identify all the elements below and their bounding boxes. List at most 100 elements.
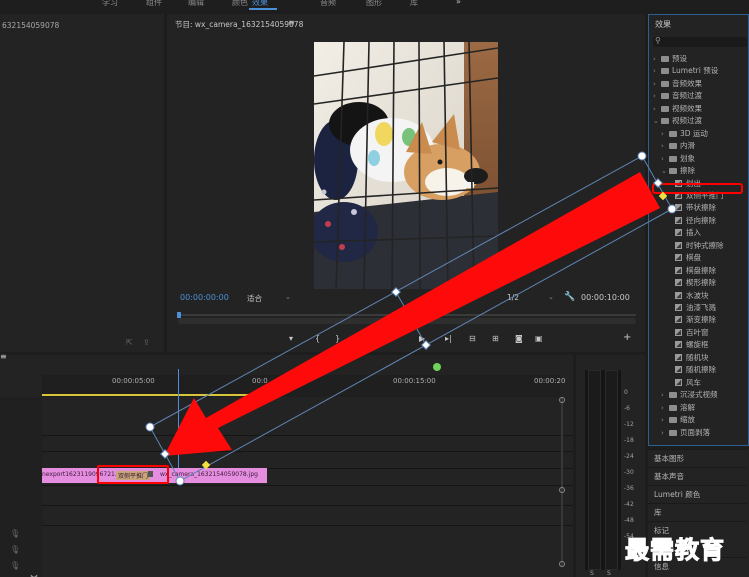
effects-item[interactable]: ⌄ 擦除: [661, 165, 695, 177]
effects-item[interactable]: 时钟式擦除: [669, 240, 724, 252]
extract-icon[interactable]: ⊞: [492, 334, 499, 343]
menu-color[interactable]: 颜色: [232, 0, 248, 8]
effects-item[interactable]: 随机块: [669, 352, 709, 364]
solo-button[interactable]: S: [590, 570, 594, 577]
mark-in-icon[interactable]: {: [315, 334, 320, 343]
effects-item[interactable]: › 预设: [653, 53, 687, 65]
effects-item[interactable]: 水波块: [669, 290, 709, 302]
menu-library[interactable]: 库: [410, 0, 418, 8]
chevron-right-icon[interactable]: ›: [661, 142, 669, 150]
add-marker-icon[interactable]: ▾: [289, 334, 293, 343]
timeline-playhead[interactable]: [178, 369, 179, 479]
meter-tick: 0: [624, 389, 628, 396]
timeline-scrollbar[interactable]: [558, 393, 566, 573]
effects-item[interactable]: 棋盘: [669, 252, 701, 264]
effects-item[interactable]: › 溶解: [661, 402, 695, 414]
effects-item-label: Lumetri 预设: [672, 66, 719, 76]
effects-item[interactable]: 风车: [669, 377, 701, 389]
export-icon[interactable]: ⇪: [143, 338, 150, 347]
playhead-position-icon[interactable]: ⋈: [30, 573, 38, 577]
effects-item[interactable]: 百叶窗: [669, 327, 709, 339]
mark-out-icon[interactable]: }: [335, 334, 340, 343]
effects-item[interactable]: › 缩放: [661, 414, 695, 426]
menu-graphics[interactable]: 图形: [366, 0, 382, 8]
effects-item[interactable]: 带状擦除: [669, 202, 716, 214]
menu-overflow-icon[interactable]: »: [456, 0, 461, 6]
panel-menu-icon[interactable]: ≡: [288, 18, 295, 27]
microphone-icon[interactable]: 🎙: [10, 561, 20, 570]
microphone-icon[interactable]: 🎙: [10, 529, 20, 538]
effects-item[interactable]: › 3D 运动: [661, 128, 708, 140]
watermark-logo: 最需教育: [625, 535, 725, 565]
chevron-down-icon[interactable]: ⌄: [653, 117, 661, 125]
effects-item[interactable]: › 划象: [661, 153, 695, 165]
effects-item[interactable]: 油漆飞溅: [669, 302, 716, 314]
folder-icon: [669, 168, 677, 175]
chevron-right-icon[interactable]: ›: [661, 429, 669, 437]
folder-icon: [661, 80, 669, 87]
solo-button[interactable]: S: [607, 570, 611, 577]
chevron-right-icon[interactable]: ›: [653, 80, 661, 88]
effects-item[interactable]: › Lumetri 预设: [653, 65, 718, 77]
effects-item-label: 带状擦除: [686, 203, 716, 213]
chevron-right-icon[interactable]: ›: [653, 92, 661, 100]
panel-essential-graphics[interactable]: 基本图形: [648, 449, 747, 466]
effects-item[interactable]: › 音频效果: [653, 78, 702, 90]
program-video-frame[interactable]: [314, 42, 498, 289]
effects-item[interactable]: 螺旋框: [669, 339, 709, 351]
lift-icon[interactable]: ⊟: [469, 334, 476, 343]
effects-item[interactable]: 棋盘擦除: [669, 265, 716, 277]
chevron-right-icon[interactable]: ›: [661, 155, 669, 163]
menu-effects[interactable]: 效果: [252, 0, 268, 8]
effects-item[interactable]: ⌄ 视频过渡: [653, 115, 702, 127]
effects-item[interactable]: › 音频过渡: [653, 90, 702, 102]
step-forward-icon[interactable]: ▸|: [445, 334, 452, 343]
panel-lumetri-color[interactable]: Lumetri 颜色: [648, 485, 747, 502]
effects-item[interactable]: › 视频效果: [653, 103, 702, 115]
export-frame-icon[interactable]: ⇱: [126, 338, 133, 347]
time-ruler[interactable]: 00:00:05:00 00:0 00:00:15:00 00:00:20: [42, 375, 565, 397]
resolution-dropdown[interactable]: 1/2: [507, 293, 519, 302]
effects-item-label: 沉浸式视频: [680, 390, 718, 400]
menu-learn[interactable]: 学习: [102, 0, 118, 8]
chevron-right-icon[interactable]: ›: [661, 130, 669, 138]
effects-item[interactable]: › 内滑: [661, 140, 695, 152]
effects-item[interactable]: › 页面剥落: [661, 427, 710, 439]
effects-item[interactable]: 渐变擦除: [669, 314, 716, 326]
resolution-chevron-icon[interactable]: ⌄: [548, 293, 554, 301]
export-frame-button-icon[interactable]: ◙: [515, 334, 523, 343]
effects-search-input[interactable]: ⚲: [653, 36, 747, 47]
chevron-right-icon[interactable]: ›: [653, 105, 661, 113]
effects-item[interactable]: › 沉浸式视频: [661, 389, 718, 401]
program-timecode[interactable]: 00:00:00:00: [180, 293, 229, 302]
chevron-right-icon[interactable]: ›: [661, 416, 669, 424]
chevron-right-icon[interactable]: ›: [653, 67, 661, 75]
menu-assembly[interactable]: 组件: [146, 0, 162, 8]
effects-item-label: 径向擦除: [686, 215, 716, 225]
timeline-menu-icon[interactable]: ≡: [0, 352, 7, 361]
effects-item[interactable]: 随机擦除: [669, 364, 716, 376]
effects-item[interactable]: 径向擦除: [669, 215, 716, 227]
effects-item-label: 渐变擦除: [686, 315, 716, 325]
comparison-view-icon[interactable]: ▣: [535, 334, 543, 343]
panel-libraries[interactable]: 库: [648, 503, 747, 520]
fit-dropdown-chevron-icon[interactable]: ⌄: [285, 293, 291, 301]
effects-item-label: 插入: [686, 228, 701, 238]
chevron-right-icon[interactable]: ›: [661, 391, 669, 399]
wrench-icon[interactable]: 🔧: [564, 292, 575, 302]
panel-essential-sound[interactable]: 基本声音: [648, 467, 747, 484]
menu-audio[interactable]: 音频: [320, 0, 336, 8]
effects-item[interactable]: 插入: [669, 227, 701, 239]
zoom-scrollbar[interactable]: [178, 318, 636, 324]
button-editor-icon[interactable]: +: [623, 332, 631, 343]
play-icon[interactable]: ▶: [419, 334, 425, 343]
microphone-icon[interactable]: 🎙: [10, 545, 20, 554]
work-area-bar[interactable]: [42, 394, 267, 396]
chevron-down-icon[interactable]: ⌄: [661, 167, 669, 175]
chevron-right-icon[interactable]: ›: [653, 55, 661, 63]
effects-item[interactable]: 楔形擦除: [669, 277, 716, 289]
fit-dropdown[interactable]: 适合: [247, 293, 262, 304]
ruler-label: 00:00:20: [534, 377, 566, 385]
menu-edit[interactable]: 编辑: [188, 0, 204, 8]
chevron-right-icon[interactable]: ›: [661, 404, 669, 412]
